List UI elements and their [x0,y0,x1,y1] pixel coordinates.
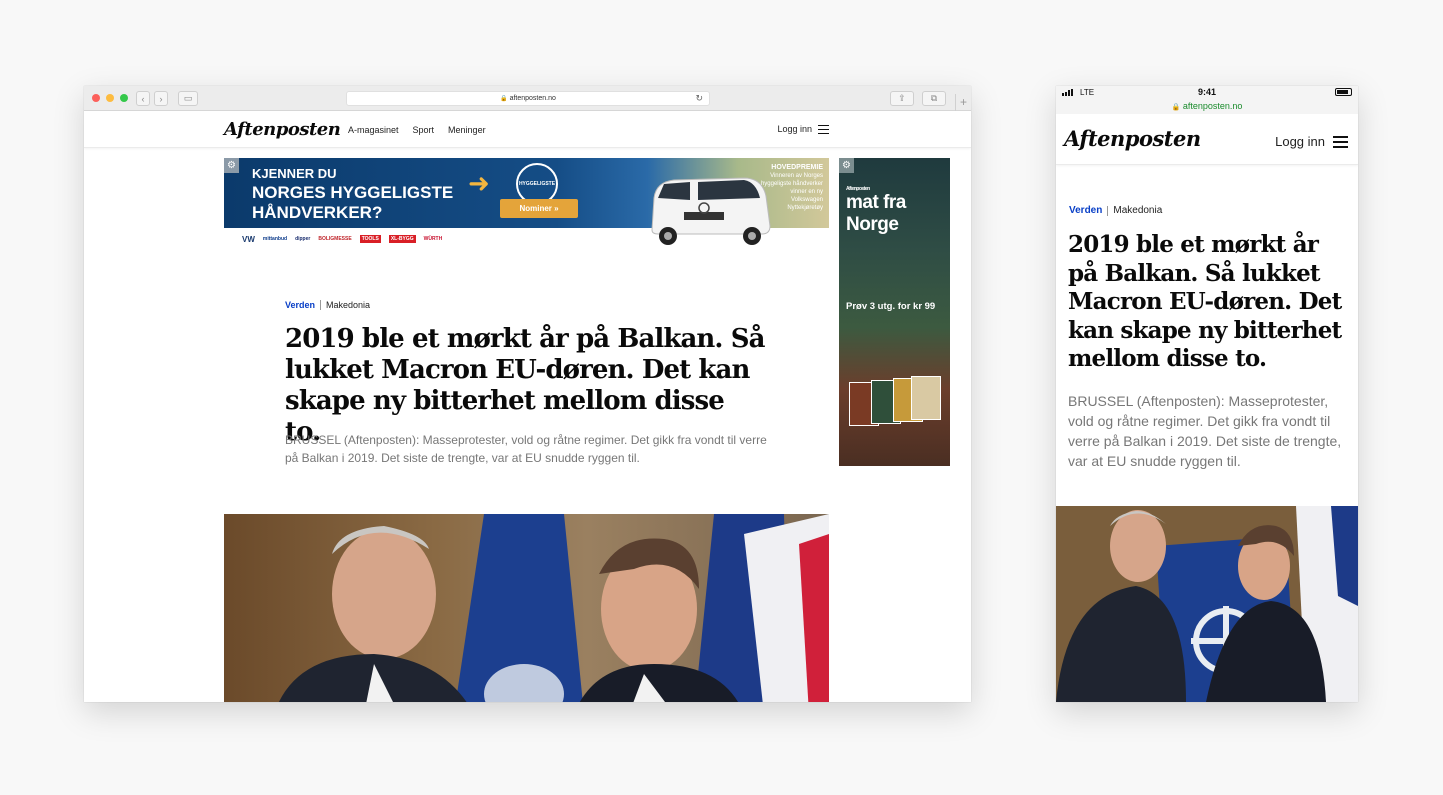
battery-icon [1335,88,1352,96]
mobile-phone-window: LTE 9:41 🔒 aftenposten.no Aftenposten Lo… [1056,86,1358,702]
share-icon: ⇪ [898,93,906,103]
ad-headline-2: NORGES HYGGELIGSTE HÅNDVERKER? [252,183,454,222]
chevron-right-icon: › [159,93,163,104]
main-nav: A-magasinet Sport Meninger [348,125,486,135]
article-headline: 2019 ble et mørkt år på Balkan. Så lukke… [285,324,765,447]
side-ad-brand: Aftenposten mat fra Norge [846,186,950,236]
ad-prize: HOVEDPREMIE Vinneren av Norges hyggeligs… [757,164,823,212]
status-bar: LTE 9:41 🔒 aftenposten.no [1056,86,1358,114]
nominate-button[interactable]: Nominer » [500,199,578,218]
site-logo[interactable]: Aftenposten [224,119,341,140]
side-ad-brand-name: mat fra Norge [846,192,906,235]
partner-logo: mittanbud [262,236,288,242]
sidebar-toggle-button[interactable]: ▭ [178,91,198,106]
van-image [651,177,771,245]
reload-icon[interactable]: ↻ [695,93,703,104]
lock-icon: 🔒 [500,96,508,102]
window-controls [92,94,128,102]
address-bar[interactable]: 🔒 aftenposten.no ↻ [346,91,710,106]
lock-icon: 🔒 [1171,104,1181,111]
ad-settings-icon[interactable]: ⚙ [839,158,854,173]
side-ad-offer: Prøv 3 utg. for kr 99 [846,301,936,312]
login-button[interactable]: Logg inn [777,124,829,134]
login-button[interactable]: Logg inn [1275,134,1348,149]
article-headline: 2019 ble et mørkt år på Balkan. Så lukke… [1068,231,1342,372]
chevron-left-icon: ‹ [141,93,145,104]
maximize-window-button[interactable] [120,94,128,102]
site-header: Aftenposten A-magasinet Sport Meninger L… [84,111,971,148]
banner-ad[interactable]: ⚙ KJENNER DU NORGES HYGGELIGSTE HÅNDVERK… [224,158,829,251]
partner-logo: VW [242,234,255,244]
close-window-button[interactable] [92,94,100,102]
ad-seal-label: HYGGELIGSTE [518,181,556,187]
ad-headline-1: KJENNER DU [252,166,337,181]
clock: 9:41 [1197,87,1216,97]
menu-icon[interactable] [818,124,829,134]
nav-item-a-magasinet[interactable]: A-magasinet [348,125,399,135]
section-link[interactable]: Verden [1069,205,1102,216]
side-ad[interactable]: ⚙ Aftenposten mat fra Norge Prøv 3 utg. … [839,158,950,466]
sidebar-icon: ▭ [183,93,193,103]
tag-link[interactable]: Makedonia [1113,205,1162,216]
plus-icon: + [959,95,967,109]
article-kicker: Verden Makedonia [1069,205,1162,216]
address-text: aftenposten.no [509,95,556,102]
kicker-divider [320,300,322,310]
site-header: Aftenposten Logg inn [1056,114,1358,165]
article-kicker: Verden Makedonia [285,300,370,310]
tabs-icon: ⧉ [930,93,938,103]
tabs-button[interactable]: ⧉ [922,91,946,106]
browser-toolbar: ‹ › ▭ 🔒 aftenposten.no ↻ ⇪ ⧉ + [84,86,971,111]
desktop-browser-window: ‹ › ▭ 🔒 aftenposten.no ↻ ⇪ ⧉ + Aftenpost… [84,86,971,702]
ad-settings-icon[interactable]: ⚙ [224,158,239,173]
article-photo [1056,506,1358,702]
address-text: aftenposten.no [1182,101,1243,111]
login-label: Logg inn [777,124,812,134]
arrow-icon: ➜ [468,168,490,198]
tag-link[interactable]: Makedonia [326,300,370,310]
article-lead: BRUSSEL (Aftenposten): Masseprotester, v… [1068,393,1342,469]
nav-item-sport[interactable]: Sport [413,125,435,135]
ad-partner-logos: VW mittanbud dipper BOLIGMESSE TOOLS XL-… [224,230,644,248]
back-button[interactable]: ‹ [136,91,150,106]
site-logo[interactable]: Aftenposten [1064,126,1201,151]
article-photo [224,514,829,702]
kicker-divider [1107,205,1109,216]
login-label: Logg inn [1275,134,1325,149]
partner-logo: WÜRTH [423,236,443,242]
ad-prize-text: Vinneren av Norges hyggeligste håndverke… [760,173,823,211]
magazines-image [849,374,941,430]
forward-button[interactable]: › [154,91,168,106]
article-lead: BRUSSEL (Aftenposten): Masseprotester, v… [285,433,767,465]
partner-logo: TOOLS [359,235,381,243]
menu-icon[interactable] [1333,136,1348,148]
section-link[interactable]: Verden [285,300,315,310]
partner-logo: BOLIGMESSE [318,236,352,242]
nav-item-meninger[interactable]: Meninger [448,125,486,135]
partner-logo: dipper [295,236,311,242]
share-button[interactable]: ⇪ [890,91,914,106]
partner-logo: XL-BYGG [388,235,416,243]
minimize-window-button[interactable] [106,94,114,102]
address-bar[interactable]: 🔒 aftenposten.no [1056,101,1358,111]
new-tab-button[interactable]: + [955,94,971,111]
ad-prize-title: HOVEDPREMIE [771,164,823,171]
